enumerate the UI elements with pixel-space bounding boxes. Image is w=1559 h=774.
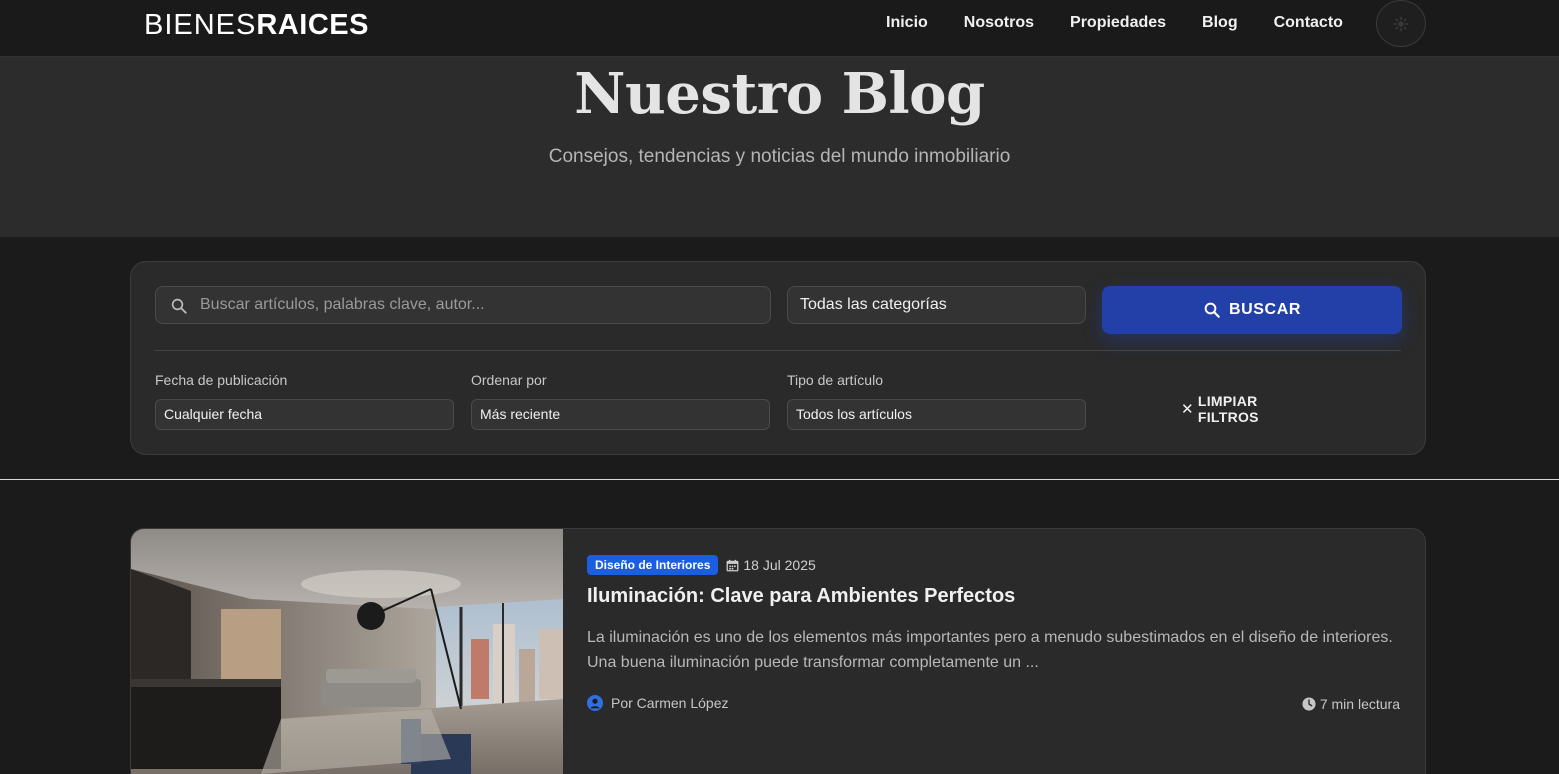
date-filter-label: Fecha de publicación: [155, 372, 288, 388]
sort-filter-select[interactable]: Más reciente: [471, 399, 770, 430]
article-image[interactable]: [131, 529, 563, 774]
article-date-text: 18 Jul 2025: [743, 557, 816, 573]
article-meta: Diseño de Interiores 18 Jul 2025: [587, 555, 816, 575]
logo-text-bold: RAICES: [256, 9, 369, 41]
article-date: 18 Jul 2025: [726, 557, 816, 573]
calendar-icon: [726, 559, 739, 571]
article-title[interactable]: Iluminación: Clave para Ambientes Perfec…: [587, 585, 1015, 608]
close-icon: ✕: [1181, 401, 1194, 418]
logo-text-thin: BIENES: [144, 9, 257, 41]
page-subtitle: Consejos, tendencias y noticias del mund…: [548, 146, 1011, 167]
main-nav: Inicio Nosotros Propiedades Blog Contact…: [886, 13, 1379, 33]
clock-icon: [1302, 697, 1316, 711]
page-title: Nuestro Blog: [574, 61, 985, 127]
sort-filter-label: Ordenar por: [471, 372, 547, 388]
clear-filters-label: LIMPIAR FILTROS: [1197, 393, 1259, 425]
gear-icon: [1393, 16, 1409, 31]
search-icon: [171, 298, 187, 314]
filter-panel: Todas las categorías BUSCAR Fecha de pub…: [130, 261, 1426, 455]
section-divider: [0, 479, 1559, 480]
article-card[interactable]: Diseño de Interiores 18 Jul 2025 Ilumina…: [130, 528, 1426, 774]
date-filter-select[interactable]: Cualquier fecha: [155, 399, 454, 430]
user-icon: [587, 695, 603, 711]
category-badge[interactable]: Diseño de Interiores: [587, 555, 719, 575]
nav-link-contacto[interactable]: Contacto: [1274, 13, 1343, 33]
nav-link-nosotros[interactable]: Nosotros: [964, 13, 1034, 33]
type-filter-label: Tipo de artículo: [787, 372, 883, 388]
nav-link-propiedades[interactable]: Propiedades: [1070, 13, 1166, 33]
brand-logo[interactable]: BIENESRAICES: [144, 9, 369, 42]
search-button[interactable]: BUSCAR: [1102, 286, 1402, 334]
type-filter-select[interactable]: Todos los artículos: [787, 399, 1086, 430]
article-excerpt: La iluminación es uno de los elementos m…: [587, 629, 1393, 671]
search-button-label: BUSCAR: [1228, 301, 1302, 318]
filter-divider: [155, 350, 1401, 351]
search-icon: [1204, 302, 1220, 318]
read-time: 7 min lectura: [1302, 696, 1400, 712]
search-input[interactable]: [200, 287, 760, 323]
category-select[interactable]: Todas las categorías: [787, 286, 1086, 324]
article-author: Por Carmen López: [587, 695, 729, 711]
read-time-text: 7 min lectura: [1319, 696, 1400, 712]
clear-filters-button[interactable]: ✕ LIMPIAR FILTROS: [1181, 393, 1321, 425]
author-name: Por Carmen López: [611, 695, 729, 711]
search-field[interactable]: [155, 286, 771, 324]
theme-toggle-button[interactable]: [1376, 0, 1426, 47]
nav-link-inicio[interactable]: Inicio: [886, 13, 928, 33]
hero-section: Nuestro Blog Consejos, tendencias y noti…: [0, 57, 1559, 237]
top-navbar: BIENESRAICES Inicio Nosotros Propiedades…: [0, 0, 1559, 57]
nav-link-blog[interactable]: Blog: [1202, 13, 1238, 33]
